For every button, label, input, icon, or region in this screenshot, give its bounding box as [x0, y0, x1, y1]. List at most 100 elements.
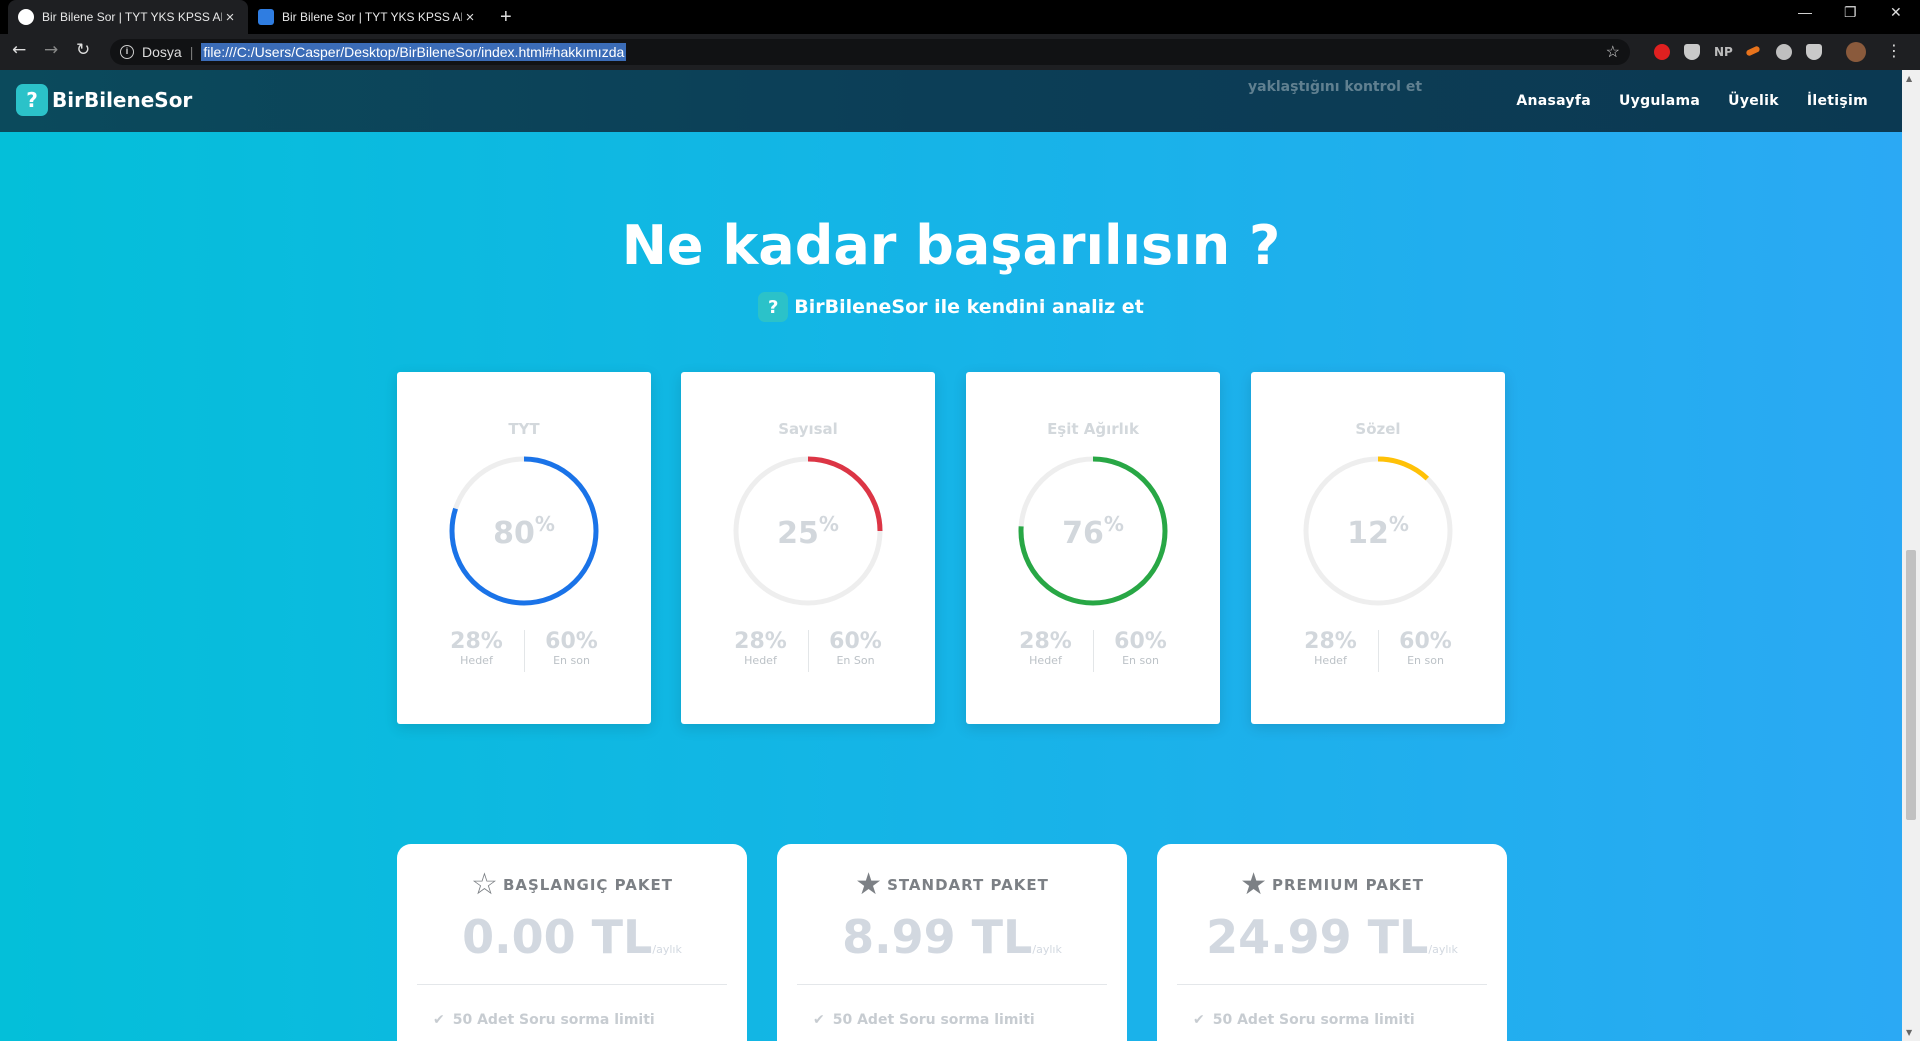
menu-icon[interactable]: ⋮ — [1886, 41, 1902, 60]
package-name: BAŞLANGIÇ PAKET — [502, 876, 673, 894]
np-icon[interactable]: NP — [1714, 45, 1733, 61]
last-label: En Son — [836, 654, 875, 667]
target-value: 28% — [1304, 629, 1357, 654]
nav-link-iletisim[interactable]: İletişim — [1807, 93, 1868, 109]
address-separator: | — [189, 44, 194, 60]
tab-title: Bir Bilene Sor | TYT YKS KPSS ALE — [42, 10, 222, 24]
star-icon[interactable]: ☆ — [1606, 42, 1620, 62]
percent-value: 25% — [777, 512, 839, 551]
site-navbar: ? BirBileneSor yaklaştığını kontrol et A… — [0, 70, 1902, 132]
divider — [1177, 984, 1487, 985]
scroll-down-icon[interactable]: ▼ — [1906, 1028, 1912, 1037]
last-value: 60% — [829, 629, 882, 654]
target-value: 28% — [450, 629, 503, 654]
package-name: STANDART PAKET — [887, 876, 1049, 894]
back-button[interactable]: ← — [12, 40, 26, 60]
last-value: 60% — [1114, 629, 1167, 654]
vertical-scrollbar[interactable]: ▲ ▼ — [1902, 70, 1920, 1041]
percent-value: 80% — [493, 512, 555, 551]
shield-icon[interactable] — [1684, 44, 1700, 60]
divider — [797, 984, 1107, 985]
package-header: ☆ BAŞLANGIÇ PAKET — [397, 870, 747, 900]
package-price: 8.99 TL/aylık — [842, 910, 1062, 964]
browser-tab[interactable]: Bir Bilene Sor | TYT YKS KPSS ALE × — [248, 0, 488, 34]
check-icon: ✔ — [1193, 1012, 1205, 1028]
discord-icon[interactable] — [1776, 44, 1792, 60]
page-viewport: ? BirBileneSor yaklaştığını kontrol et A… — [0, 70, 1902, 1041]
last-label: En son — [1407, 654, 1444, 667]
check-icon: ✔ — [813, 1012, 825, 1028]
package-header: ★ STANDART PAKET — [777, 870, 1127, 900]
question-logo-icon: ? — [758, 292, 789, 322]
last-label: En son — [1122, 654, 1159, 667]
faded-text: yaklaştığını kontrol et — [1248, 79, 1423, 95]
package-feature: ✔ 50 Adet Soru sorma limiti — [1193, 1012, 1415, 1028]
brand-logo[interactable]: ? BirBileneSor — [16, 84, 192, 116]
pricing-card-premium[interactable]: ★ PREMIUM PAKET 24.99 TL/aylık ✔ 50 Adet … — [1157, 844, 1507, 1041]
scrollbar-thumb[interactable] — [1906, 550, 1916, 820]
close-tab-icon[interactable]: × — [462, 9, 478, 26]
package-price: 0.00 TL/aylık — [462, 910, 682, 964]
card-title: TYT — [508, 420, 540, 438]
new-tab-button[interactable]: + — [500, 6, 512, 29]
target-label: Hedef — [460, 654, 493, 667]
forward-button[interactable]: → — [44, 40, 58, 60]
hero-subtitle: ? BirBileneSor ile kendini analiz et — [0, 292, 1902, 322]
target-label: Hedef — [1029, 654, 1062, 667]
close-window-button[interactable]: ✕ — [1890, 4, 1902, 21]
score-card-esit-agirlik: Eşit Ağırlık 76% 28% Hedef 60% En son — [966, 372, 1220, 724]
scroll-up-icon[interactable]: ▲ — [1906, 74, 1912, 83]
close-tab-icon[interactable]: × — [222, 9, 238, 26]
package-name: PREMIUM PAKET — [1271, 876, 1424, 894]
card-stats: 28% Hedef 60% En son — [1251, 630, 1505, 672]
last-label: En son — [553, 654, 590, 667]
avatar[interactable] — [1846, 42, 1866, 62]
reload-button[interactable]: ↻ — [76, 40, 90, 60]
pricing-card-standart[interactable]: ★ STANDART PAKET 8.99 TL/aylık ✔ 50 Adet … — [777, 844, 1127, 1041]
target-label: Hedef — [744, 654, 777, 667]
question-logo-icon: ? — [16, 84, 48, 116]
hero-subtitle-text: BirBileneSor ile kendini analiz et — [794, 296, 1144, 318]
last-value: 60% — [545, 629, 598, 654]
globe-icon — [18, 9, 34, 25]
site-menu: Anasayfa Uygulama Üyelik İletişim — [1516, 93, 1868, 109]
shield-icon[interactable] — [1806, 44, 1822, 60]
package-feature: ✔ 50 Adet Soru sorma limiti — [433, 1012, 655, 1028]
nav-link-uyelik[interactable]: Üyelik — [1728, 93, 1779, 109]
package-price: 24.99 TL/aylık — [1206, 910, 1458, 964]
target-value: 28% — [1019, 629, 1072, 654]
score-card-sozel: Sözel 12% 28% Hedef 60% En son — [1251, 372, 1505, 724]
package-feature: ✔ 50 Adet Soru sorma limiti — [813, 1012, 1035, 1028]
nav-link-uygulama[interactable]: Uygulama — [1619, 93, 1700, 109]
card-stats: 28% Hedef 60% En Son — [681, 630, 935, 672]
opera-icon[interactable] — [1654, 44, 1670, 60]
tab-title: Bir Bilene Sor | TYT YKS KPSS ALE — [282, 10, 462, 24]
package-header: ★ PREMIUM PAKET — [1157, 870, 1507, 900]
brand-name: BirBileneSor — [52, 88, 193, 112]
hero-title: Ne kadar başarılısın ? — [621, 214, 1281, 277]
card-title: Sayısal — [778, 420, 838, 438]
security-label: Dosya — [142, 44, 182, 60]
browser-tab-bar: Bir Bilene Sor | TYT YKS KPSS ALE × Bir … — [0, 0, 1920, 34]
pricing-card-baslangic[interactable]: ☆ BAŞLANGIÇ PAKET 0.00 TL/aylık ✔ 50 Adet… — [397, 844, 747, 1041]
last-value: 60% — [1399, 629, 1452, 654]
address-bar[interactable]: i Dosya | file:///C:/Users/Casper/Deskto… — [110, 39, 1630, 65]
star-outline-icon: ☆ — [471, 867, 499, 902]
card-title: Eşit Ağırlık — [1047, 420, 1139, 438]
browser-tab-active[interactable]: Bir Bilene Sor | TYT YKS KPSS ALE × — [8, 0, 248, 34]
score-card-tyt: TYT 80% 28% Hedef 60% En son — [397, 372, 651, 724]
arrow-icon[interactable] — [1745, 45, 1761, 57]
url-text[interactable]: file:///C:/Users/Casper/Desktop/BirBilen… — [201, 43, 627, 61]
target-value: 28% — [734, 629, 787, 654]
star-filled-icon: ★ — [1240, 867, 1268, 902]
site-favicon-icon — [258, 9, 274, 25]
score-card-sayisal: Sayısal 25% 28% Hedef 60% En Son — [681, 372, 935, 724]
restore-button[interactable]: ❐ — [1844, 4, 1857, 21]
info-icon[interactable]: i — [120, 45, 134, 59]
minimize-button[interactable]: — — [1798, 4, 1812, 20]
nav-link-anasayfa[interactable]: Anasayfa — [1516, 93, 1591, 109]
check-icon: ✔ — [433, 1012, 445, 1028]
browser-toolbar: ← → ↻ i Dosya | file:///C:/Users/Casper/… — [0, 34, 1920, 70]
target-label: Hedef — [1314, 654, 1347, 667]
percent-value: 76% — [1062, 512, 1124, 551]
